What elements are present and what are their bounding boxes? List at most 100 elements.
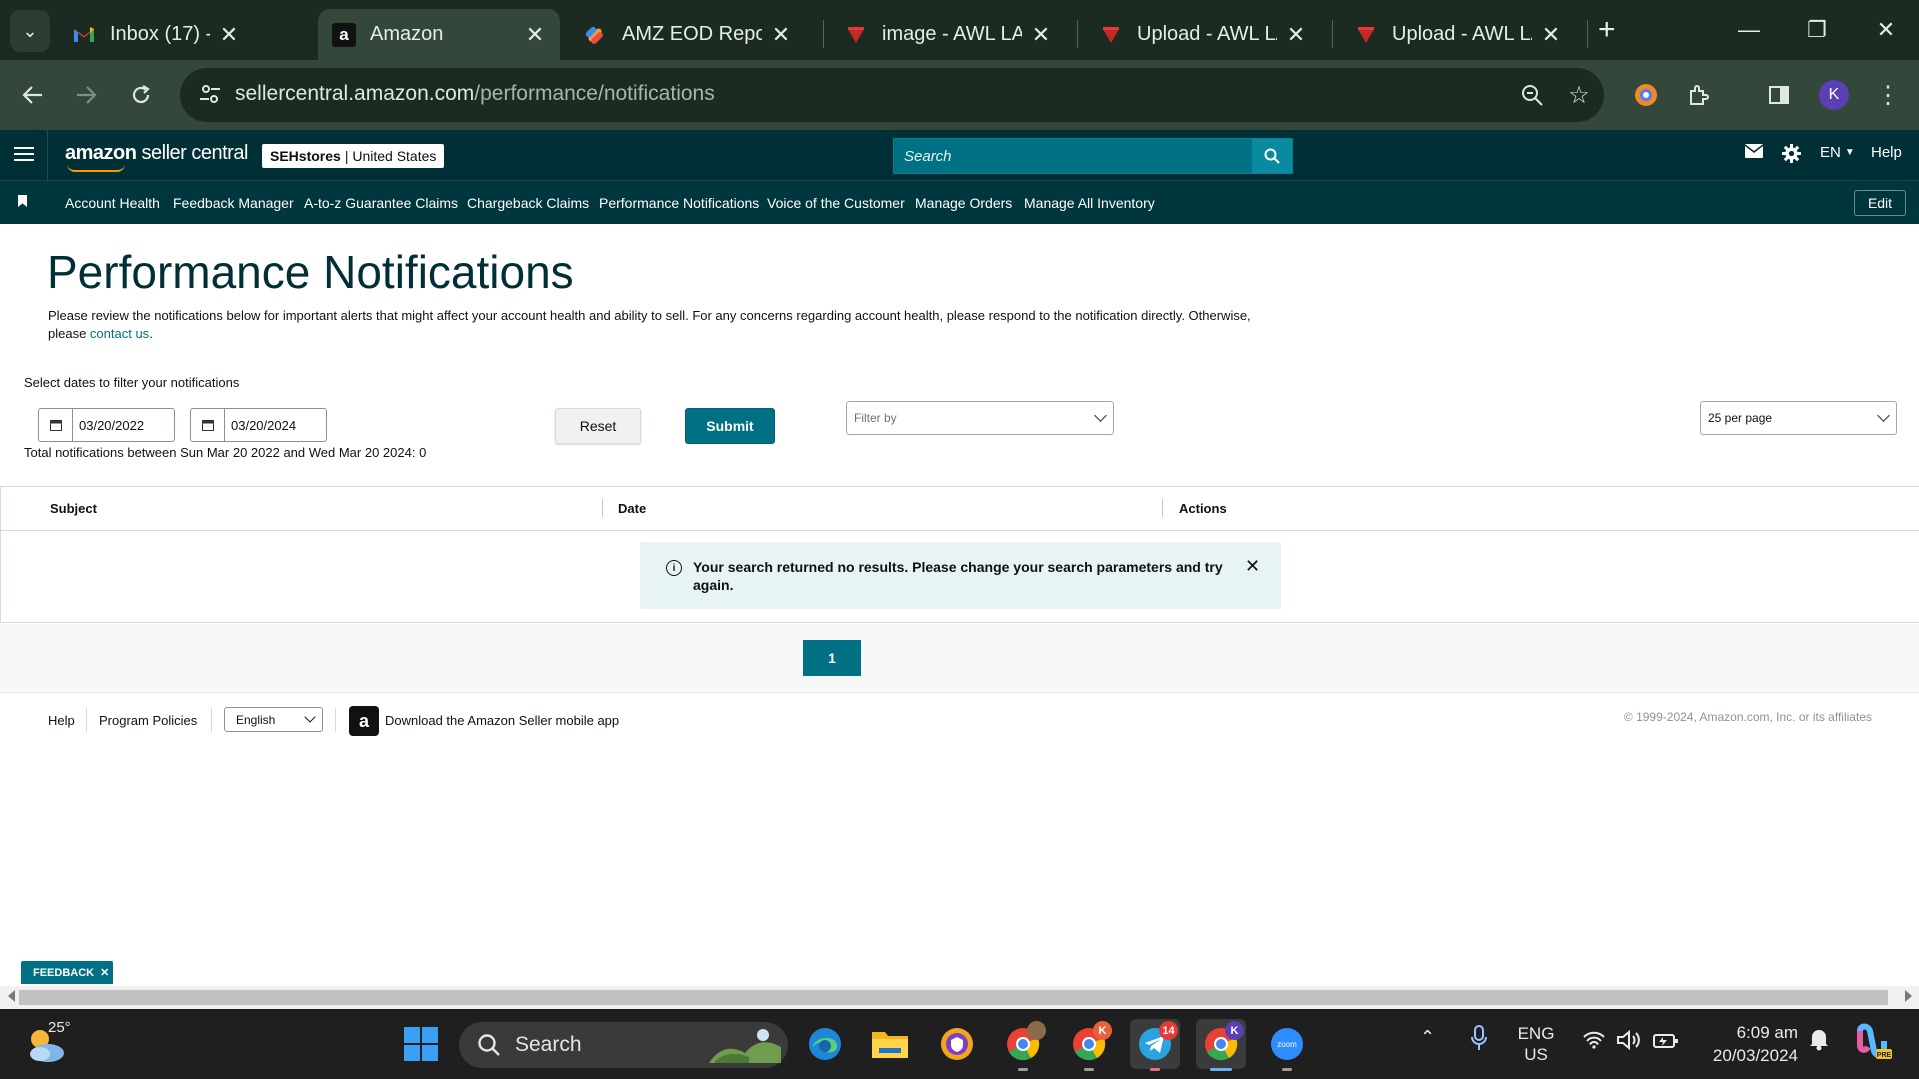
scroll-right-arrow-icon[interactable] xyxy=(1905,990,1912,1002)
tab-title: image - AWL LABE xyxy=(882,23,1022,45)
address-bar[interactable]: sellercentral.amazon.com/performance/not… xyxy=(180,68,1604,122)
reset-button[interactable]: Reset xyxy=(555,408,641,444)
taskbar-zoom[interactable]: zoom xyxy=(1262,1019,1312,1071)
column-header-date[interactable]: Date xyxy=(618,501,646,516)
scroll-left-arrow-icon[interactable] xyxy=(8,990,15,1002)
close-icon[interactable]: ✕ xyxy=(1540,22,1562,48)
taskbar-file-explorer[interactable] xyxy=(865,1019,915,1069)
filter-by-select[interactable]: Filter by xyxy=(846,401,1114,435)
extension-orange-icon[interactable] xyxy=(1626,75,1666,115)
zoom-icon[interactable] xyxy=(1518,81,1546,109)
tab-amz-eod[interactable]: AMZ EOD Report ✕ xyxy=(570,9,806,60)
submit-button[interactable]: Submit xyxy=(685,408,775,444)
extensions-icon[interactable] xyxy=(1679,75,1719,115)
header-help-link[interactable]: Help xyxy=(1871,144,1902,161)
tab-awl-upload-2[interactable]: Upload - AWL LAB ✕ xyxy=(1340,9,1576,60)
chevron-up-icon[interactable]: ⌃ xyxy=(1420,1027,1435,1048)
start-date-value[interactable]: 03/20/2022 xyxy=(73,409,150,441)
weather-temp: 25° xyxy=(48,1019,71,1036)
star-icon[interactable]: ☆ xyxy=(1565,81,1593,109)
nav-manage-inventory[interactable]: Manage All Inventory xyxy=(1024,195,1155,211)
language-selector[interactable]: EN ▼ xyxy=(1820,144,1855,161)
microphone-icon[interactable] xyxy=(1470,1025,1488,1056)
close-icon[interactable]: ✕ xyxy=(1285,22,1307,48)
nav-account-health[interactable]: Account Health xyxy=(65,195,160,211)
seller-central-logo[interactable]: amazon seller central xyxy=(65,142,248,172)
weather-widget[interactable]: 25° xyxy=(24,1019,84,1069)
taskbar-chrome-3[interactable]: K xyxy=(1196,1019,1246,1071)
amazon-app-icon[interactable]: a xyxy=(349,706,379,736)
nav-chargeback-claims[interactable]: Chargeback Claims xyxy=(467,195,589,211)
tab-amazon[interactable]: a Amazon ✕ xyxy=(318,9,560,60)
nav-performance-notifications[interactable]: Performance Notifications xyxy=(599,195,759,211)
minimize-button[interactable]: — xyxy=(1719,8,1779,52)
tab-gmail[interactable]: Inbox (17) - kimber ✕ xyxy=(58,9,254,60)
close-icon[interactable]: ✕ xyxy=(524,22,546,48)
copilot-icon[interactable]: PRE xyxy=(1852,1021,1892,1066)
new-tab-button[interactable]: + xyxy=(1598,12,1616,48)
scrollbar-thumb[interactable] xyxy=(19,990,1888,1005)
calendar-icon[interactable] xyxy=(39,409,73,441)
close-icon[interactable]: ✕ xyxy=(1245,556,1260,577)
profile-avatar[interactable]: K xyxy=(1819,80,1849,110)
close-icon[interactable]: ✕ xyxy=(770,22,792,48)
header-search[interactable]: Search xyxy=(893,138,1293,174)
nav-feedback-manager[interactable]: Feedback Manager xyxy=(173,195,294,211)
reload-button[interactable] xyxy=(121,75,161,115)
mail-icon[interactable] xyxy=(1745,144,1763,158)
close-icon[interactable]: ✕ xyxy=(218,22,240,48)
taskbar-search[interactable]: Search xyxy=(459,1022,788,1068)
tab-awl-upload[interactable]: Upload - AWL LAB ✕ xyxy=(1085,9,1321,60)
back-button[interactable] xyxy=(13,75,53,115)
side-panel-icon[interactable] xyxy=(1759,75,1799,115)
wifi-icon[interactable] xyxy=(1582,1031,1606,1054)
bell-icon[interactable] xyxy=(1808,1027,1830,1056)
close-icon[interactable]: ✕ xyxy=(100,966,109,979)
battery-icon[interactable] xyxy=(1652,1029,1680,1056)
info-icon: i xyxy=(666,560,682,576)
volume-icon[interactable] xyxy=(1616,1029,1642,1056)
taskbar-vpn-app[interactable] xyxy=(932,1019,982,1069)
site-settings-icon[interactable] xyxy=(198,82,224,108)
footer-help-link[interactable]: Help xyxy=(48,713,75,728)
hamburger-menu-icon[interactable] xyxy=(14,143,34,167)
nav-a-to-z-claims[interactable]: A-to-z Guarantee Claims xyxy=(304,195,458,211)
page-intro: Please review the notifications below fo… xyxy=(48,308,1251,341)
per-page-select[interactable]: 25 per page xyxy=(1700,401,1897,435)
forward-button[interactable] xyxy=(66,75,106,115)
taskbar-chrome-1[interactable] xyxy=(998,1019,1048,1071)
nav-voice-of-customer[interactable]: Voice of the Customer xyxy=(767,195,905,211)
tab-awl-image[interactable]: image - AWL LABE ✕ xyxy=(830,9,1066,60)
gear-icon[interactable] xyxy=(1782,144,1801,163)
taskbar-edge[interactable] xyxy=(800,1019,850,1069)
restore-button[interactable]: ❐ xyxy=(1787,8,1847,52)
contact-us-link[interactable]: contact us xyxy=(90,326,149,341)
start-button[interactable] xyxy=(396,1019,446,1069)
footer-language-select[interactable]: English xyxy=(224,707,323,732)
close-icon[interactable]: ✕ xyxy=(1030,22,1052,48)
input-language-indicator[interactable]: ENG US xyxy=(1510,1023,1562,1065)
taskbar-telegram[interactable]: 14 xyxy=(1130,1019,1180,1071)
calendar-icon[interactable] xyxy=(191,409,225,441)
start-date-field[interactable]: 03/20/2022 xyxy=(38,408,175,442)
feedback-button[interactable]: FEEDBACK ✕ xyxy=(21,961,113,984)
system-clock[interactable]: 6:09 am 20/03/2024 xyxy=(1700,1021,1798,1067)
page-button-current[interactable]: 1 xyxy=(803,640,861,676)
end-date-field[interactable]: 03/20/2024 xyxy=(190,408,327,442)
program-policies-link[interactable]: Program Policies xyxy=(99,713,197,728)
column-header-subject[interactable]: Subject xyxy=(50,501,97,516)
search-input[interactable]: Search xyxy=(904,148,952,165)
store-selector[interactable]: SEHstores | United States xyxy=(262,144,445,168)
nav-manage-orders[interactable]: Manage Orders xyxy=(915,195,1012,211)
close-window-button[interactable]: ✕ xyxy=(1856,8,1916,52)
download-app-link[interactable]: Download the Amazon Seller mobile app xyxy=(385,713,619,728)
menu-dots-icon[interactable]: ⋮ xyxy=(1868,75,1908,115)
horizontal-scrollbar[interactable] xyxy=(0,986,1919,1009)
bookmark-icon[interactable] xyxy=(18,195,27,207)
end-date-value[interactable]: 03/20/2024 xyxy=(225,409,302,441)
search-button[interactable] xyxy=(1252,139,1292,173)
url-text: sellercentral.amazon.com/performance/not… xyxy=(235,82,715,105)
tab-search-button[interactable]: ⌄ xyxy=(10,10,50,52)
taskbar-chrome-2[interactable]: K xyxy=(1064,1019,1114,1071)
edit-nav-button[interactable]: Edit xyxy=(1854,190,1906,216)
